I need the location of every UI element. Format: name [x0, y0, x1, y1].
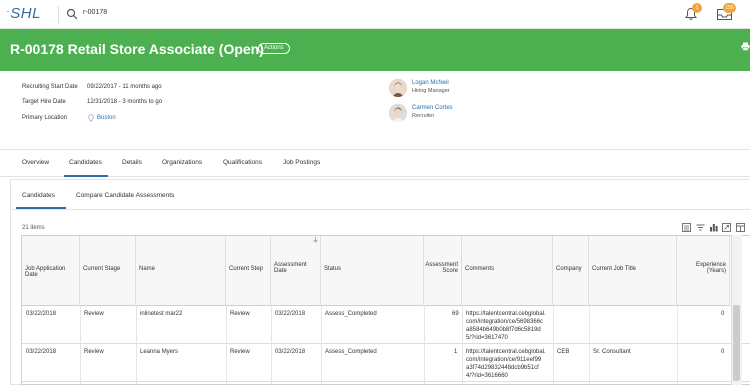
status-link[interactable]: Assess_Completed	[325, 310, 377, 318]
column-divider	[462, 306, 463, 384]
cell-company: CEB	[557, 349, 570, 355]
topbar-divider	[58, 6, 59, 23]
cell-current-stage: Review	[84, 311, 104, 317]
table-scrollbar-thumb[interactable]	[733, 305, 740, 381]
subtab-divider	[11, 209, 750, 210]
location-pin-icon	[88, 114, 94, 122]
status-link[interactable]: Assess_Completed	[325, 348, 377, 356]
shl-logo[interactable]: .SHL	[7, 4, 41, 22]
cell-current-step: Review	[230, 311, 250, 317]
sort-arrow-icon	[313, 237, 318, 243]
actions-button[interactable]: Actions	[258, 43, 290, 54]
column-header-current-step[interactable]: Current Step	[226, 236, 271, 306]
filter-icon[interactable]	[696, 223, 705, 232]
recruiter-role: Recruiter	[412, 113, 435, 119]
search-icon[interactable]	[66, 8, 78, 20]
column-header-company[interactable]: Company	[553, 236, 589, 306]
chart-icon[interactable]	[709, 223, 718, 232]
table-row: 03/22/2018 Review inlinetest mar22 Revie…	[22, 306, 750, 344]
table-view-icon[interactable]	[736, 223, 745, 232]
cell-current-step: Review	[230, 349, 250, 355]
hiring-manager-name[interactable]: Logan McNeil	[412, 80, 449, 86]
cell-experience: 0	[721, 311, 725, 317]
print-icon[interactable]	[741, 42, 750, 51]
tab-details[interactable]: Details	[122, 159, 142, 166]
fullscreen-icon[interactable]	[722, 223, 731, 232]
avatar[interactable]	[389, 79, 407, 97]
target-hire-label: Target Hire Date	[22, 99, 66, 105]
tab-organizations[interactable]: Organizations	[162, 159, 202, 166]
primary-location-link[interactable]: Boston	[97, 115, 116, 121]
cell-comments-line: https://talentcentral.cebglobal.	[466, 311, 546, 317]
column-divider	[677, 306, 678, 384]
cell-assessment-score: 69	[452, 311, 459, 317]
cell-assessment-date: 03/22/2018	[275, 349, 306, 355]
recruiter-name[interactable]: Carmen Cortes	[412, 105, 453, 111]
column-header-assessment-score[interactable]: Assessment Score	[424, 236, 462, 306]
tab-candidates[interactable]: Candidates	[69, 159, 102, 166]
column-header-current-stage[interactable]: Current Stage	[80, 236, 136, 306]
cell-job-application-date: 03/22/2018	[26, 311, 57, 317]
cell-comments-line: https://talentcentral.cebglobal.	[466, 349, 546, 355]
cell-current-job-title: Sr. Consultant	[593, 349, 631, 355]
inbox-badge: 155	[723, 3, 736, 13]
cell-comments-line: 4/?rid=3616660	[466, 373, 508, 379]
column-divider	[589, 306, 590, 384]
column-header-job-application-date[interactable]: Job Application Date	[22, 236, 80, 306]
notification-badge: 1	[692, 3, 702, 13]
column-divider	[271, 306, 272, 384]
table-row: 03/22/2018 Review Leanna Myers Review 03…	[22, 344, 750, 382]
cell-experience: 0	[721, 349, 725, 355]
column-divider	[80, 306, 81, 384]
cell-job-application-date: 03/22/2018	[26, 349, 57, 355]
search-input[interactable]: r-00178	[83, 9, 107, 16]
column-header-name[interactable]: Name	[136, 236, 226, 306]
top-bar: .SHL r-00178 1 155	[0, 0, 750, 29]
column-header-current-job-title[interactable]: Current Job Title	[589, 236, 677, 306]
column-divider	[321, 306, 322, 384]
candidate-name-link[interactable]: Leanna Myers	[140, 348, 178, 356]
page-header: R-00178 Retail Store Associate (Open) Ac…	[0, 29, 750, 71]
page-title: R-00178 Retail Store Associate (Open)	[10, 41, 264, 57]
cell-comments-line: com/integration/ce/911eef99	[466, 357, 542, 363]
cell-comments-line: a3f74d29832448dcb9b51cf	[466, 365, 539, 371]
cell-comments-line: 5/?rid=3617470	[466, 335, 508, 341]
column-divider	[553, 306, 554, 384]
tab-job-postings[interactable]: Job Postings	[283, 159, 320, 166]
tab-bar: Overview Candidates Details Organization…	[0, 149, 750, 177]
cell-assessment-date: 03/22/2018	[275, 311, 306, 317]
items-count: 21 items	[22, 225, 45, 231]
subtab-compare-assessments[interactable]: Compare Candidate Assessments	[76, 192, 174, 199]
tab-overview[interactable]: Overview	[22, 159, 49, 166]
primary-location-label: Primary Location	[22, 115, 68, 121]
cell-comments-line: a8584b649b0b8f7d6c5819d	[466, 327, 541, 333]
target-hire-value: 12/31/2018 - 3 months to go	[87, 99, 163, 105]
hiring-manager-role: Hiring Manager	[412, 88, 450, 94]
cell-assessment-score: 1	[454, 349, 458, 355]
column-divider	[136, 306, 137, 384]
candidates-table: Job Application Date Current Stage Name …	[21, 235, 750, 385]
column-header-comments[interactable]: Comments	[462, 236, 553, 306]
candidate-name-link[interactable]: inlinetest mar22	[140, 310, 182, 318]
recruiting-start-value: 09/22/2017 - 11 months ago	[87, 84, 162, 90]
active-tab-indicator	[64, 175, 108, 177]
column-header-assessment-date[interactable]: Assessment Date	[271, 236, 321, 306]
column-divider	[424, 306, 425, 384]
recruiting-start-label: Recruiting Start Date	[22, 84, 78, 90]
column-divider	[226, 306, 227, 384]
export-excel-icon[interactable]	[682, 223, 691, 232]
avatar[interactable]	[389, 104, 407, 122]
cell-current-stage: Review	[84, 349, 104, 355]
tab-qualifications[interactable]: Qualifications	[223, 159, 262, 166]
cell-comments-line: com/integration/ce/5698366c	[466, 319, 544, 325]
subtab-candidates[interactable]: Candidates	[22, 192, 55, 199]
column-header-status[interactable]: Status	[321, 236, 424, 306]
column-header-experience[interactable]: Experience (Years)	[677, 236, 730, 306]
